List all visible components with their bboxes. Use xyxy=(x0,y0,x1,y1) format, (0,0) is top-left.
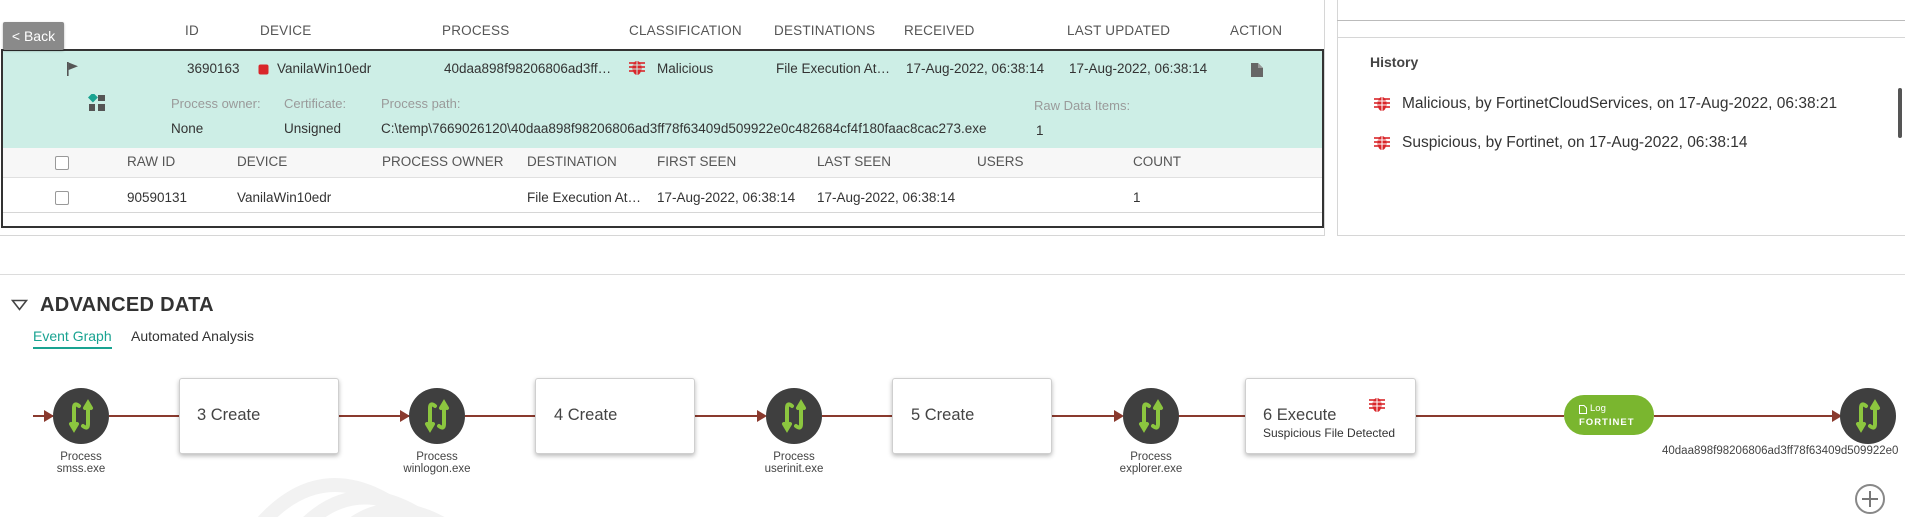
process-node-smss[interactable] xyxy=(53,388,109,444)
raw-device: VanilaWin10edr xyxy=(237,190,332,205)
header-classification[interactable]: CLASSIFICATION xyxy=(629,23,742,38)
history-scrollbar[interactable] xyxy=(1898,88,1902,138)
process-path-value: C:\temp\7669026120\40daa898f98206806ad3f… xyxy=(381,121,987,136)
select-all-checkbox[interactable] xyxy=(55,156,69,170)
event-card-title: 5 Create xyxy=(911,406,975,424)
section-divider xyxy=(0,274,1905,275)
event-card-create[interactable]: 5 Create xyxy=(892,378,1052,454)
alert-process[interactable]: 40daa898f98206806ad3ff… xyxy=(444,61,619,76)
certificate-value: Unsigned xyxy=(284,121,342,136)
flow-edge xyxy=(339,415,409,417)
node-label: Process winlogon.exe xyxy=(403,451,471,475)
event-card-create[interactable]: 3 Create xyxy=(179,378,339,454)
fortinet-log-badge[interactable]: Log FORTINET xyxy=(1564,395,1654,435)
raw-id: 90590131 xyxy=(127,190,188,205)
process-flow-icon xyxy=(1856,399,1880,433)
history-divider xyxy=(1337,37,1905,38)
header-destinations[interactable]: DESTINATIONS xyxy=(774,23,875,38)
alert-last-updated: 17-Aug-2022, 06:38:14 xyxy=(1069,61,1208,76)
subheader-raw-id[interactable]: RAW ID xyxy=(127,154,175,169)
collapse-caret-icon[interactable] xyxy=(11,299,28,311)
flow-edge xyxy=(695,415,765,417)
header-device[interactable]: DEVICE xyxy=(260,23,311,38)
node-label: Process smss.exe xyxy=(56,451,106,475)
subheader-destination[interactable]: DESTINATION xyxy=(527,154,617,169)
header-last-updated[interactable]: LAST UPDATED xyxy=(1067,23,1170,38)
bug-icon xyxy=(629,61,645,75)
plus-icon xyxy=(1862,491,1878,507)
process-owner-value: None xyxy=(171,121,204,136)
history-title: History xyxy=(1370,54,1419,70)
flag-icon[interactable] xyxy=(66,61,80,77)
zoom-in-button[interactable] xyxy=(1855,484,1885,514)
alert-classification[interactable]: Malicious xyxy=(657,61,713,76)
back-button[interactable]: < Back xyxy=(3,22,64,50)
history-item: Suspicious, by Fortinet, on 17-Aug-2022,… xyxy=(1402,134,1748,151)
raw-data-items-label: Raw Data Items: xyxy=(1034,98,1131,113)
fortinet-logo: FORTINET xyxy=(1579,417,1635,428)
history-panel xyxy=(1337,0,1905,236)
event-card-execute[interactable]: 6 Execute Suspicious File Detected xyxy=(1245,378,1416,454)
bug-icon xyxy=(1374,97,1390,111)
process-node-userinit[interactable] xyxy=(766,388,822,444)
subheader-last-seen[interactable]: LAST SEEN xyxy=(817,154,891,169)
raw-count: 1 xyxy=(1133,190,1141,205)
certificate-label: Certificate: xyxy=(284,96,347,111)
raw-first-seen: 17-Aug-2022, 06:38:14 xyxy=(657,190,796,205)
process-node-explorer[interactable] xyxy=(1123,388,1179,444)
raw-data-items-value: 1 xyxy=(1036,123,1044,138)
process-flow-icon xyxy=(69,399,93,433)
node-label: 40daa898f98206806ad3ff78f63409d509922e0 xyxy=(1662,445,1898,457)
document-action-icon[interactable] xyxy=(1251,63,1263,77)
header-action: ACTION xyxy=(1230,23,1283,38)
alert-device[interactable]: VanilaWin10edr xyxy=(277,61,371,76)
flow-edge xyxy=(1414,415,1564,417)
bug-icon xyxy=(1369,398,1385,412)
subheader-process-owner[interactable]: PROCESS OWNER xyxy=(382,154,504,169)
bug-icon xyxy=(1374,136,1390,150)
flow-edge xyxy=(822,415,892,417)
subheader-users[interactable]: USERS xyxy=(977,154,1024,169)
tab-automated-analysis[interactable]: Automated Analysis xyxy=(131,328,254,344)
subheader-count[interactable]: COUNT xyxy=(1133,154,1181,169)
raw-last-seen: 17-Aug-2022, 06:38:14 xyxy=(817,190,956,205)
raw-row-checkbox[interactable] xyxy=(55,191,69,205)
process-node-winlogon[interactable] xyxy=(409,388,465,444)
process-flow-icon xyxy=(1139,399,1163,433)
raw-destination: File Execution At… xyxy=(527,190,642,205)
header-received[interactable]: RECEIVED xyxy=(904,23,975,38)
process-path-label: Process path: xyxy=(381,96,461,111)
event-card-title: 4 Create xyxy=(554,406,618,424)
subheader-device[interactable]: DEVICE xyxy=(237,154,287,169)
history-top-divider xyxy=(1337,20,1905,21)
process-node-target[interactable] xyxy=(1840,388,1896,444)
advanced-data-title: ADVANCED DATA xyxy=(40,294,214,316)
subheader-first-seen[interactable]: FIRST SEEN xyxy=(657,154,736,169)
node-label: Process explorer.exe xyxy=(1119,451,1183,475)
event-card-title: 3 Create xyxy=(197,406,261,424)
flow-edge xyxy=(1178,415,1248,417)
event-card-create[interactable]: 4 Create xyxy=(535,378,695,454)
alert-received: 17-Aug-2022, 06:38:14 xyxy=(906,61,1045,76)
process-owner-label: Process owner: xyxy=(171,96,261,111)
process-flow-icon xyxy=(425,399,449,433)
history-item: Malicious, by FortinetCloudServices, on … xyxy=(1402,95,1838,112)
process-flow-icon xyxy=(782,399,806,433)
node-label: Process userinit.exe xyxy=(764,451,824,475)
event-card-subtitle: Suspicious File Detected xyxy=(1263,426,1396,440)
header-process[interactable]: PROCESS xyxy=(442,23,509,38)
tab-event-graph[interactable]: Event Graph xyxy=(33,328,112,349)
flow-edge xyxy=(1654,415,1840,417)
log-label: Log xyxy=(1590,403,1606,414)
alert-id: 3690163 xyxy=(187,61,240,76)
header-id[interactable]: ID xyxy=(185,23,199,38)
device-status-icon xyxy=(258,64,269,75)
alert-destinations: File Execution At… xyxy=(776,61,891,76)
flow-edge xyxy=(109,415,179,417)
document-icon xyxy=(1579,405,1587,414)
event-card-title: 6 Execute xyxy=(1263,406,1337,424)
process-tree-icon[interactable] xyxy=(88,94,105,111)
flow-edge xyxy=(465,415,535,417)
flow-edge xyxy=(1052,415,1122,417)
